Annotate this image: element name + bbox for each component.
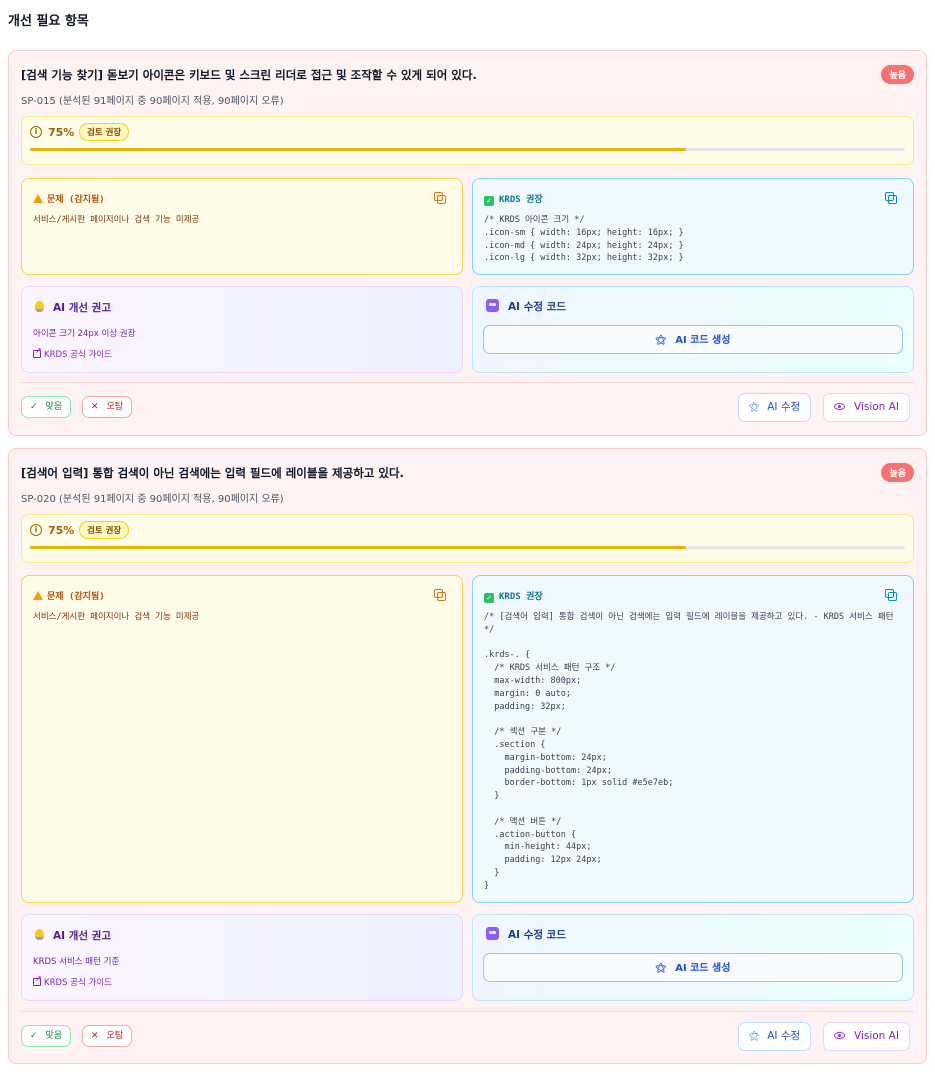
external-link-icon [33, 346, 42, 358]
vision-ai-button[interactable]: Vision AI [823, 393, 910, 422]
check-icon: ✓ [30, 1031, 38, 1041]
issue-title: [검색어 입력] 통합 검색이 아닌 검색에는 입력 필드에 레이블을 제공하고… [21, 466, 404, 480]
info-icon: i [30, 524, 42, 536]
severity-badge: 높음 [881, 463, 914, 482]
confidence-bar [30, 546, 905, 549]
ai-code-box: AI 수정 코드 ⚝ AI 코드 생성 [472, 914, 914, 1001]
advice-box: AI 개선 권고 KRDS 서비스 패턴 기준 KRDS 공식 가이드 [21, 914, 463, 1001]
severity-badge: 높음 [881, 65, 914, 84]
copy-icon[interactable] [885, 192, 897, 204]
ai-code-header: AI 수정 코드 [486, 299, 566, 314]
copy-icon[interactable] [434, 589, 446, 601]
ai-fix-button[interactable]: ⚝ AI 수정 [738, 393, 812, 422]
check-icon: ✓ [30, 402, 38, 412]
advice-header: AI 개선 권고 [35, 300, 111, 315]
review-tag: 검토 권장 [79, 123, 130, 141]
problem-text: 서비스/게시판 페이지이나 검색 기능 미제공 [33, 215, 200, 225]
eye-icon [834, 403, 845, 410]
generate-code-button[interactable]: ⚝ AI 코드 생성 [483, 953, 903, 982]
issue-card: [검색 기능 찾기] 돋보기 아이콘은 키보드 및 스크린 리더로 접근 및 조… [8, 50, 927, 436]
magic-wand-icon: ⚝ [655, 961, 667, 974]
magic-wand-icon: ⚝ [749, 1030, 760, 1042]
divider [21, 382, 914, 383]
krds-box: ✓ KRDS 권장 /* KRDS 아이콘 크기 */ .icon-sm { wi… [472, 178, 914, 275]
krds-guide-link[interactable]: KRDS 공식 가이드 [33, 974, 112, 988]
eye-icon [834, 1032, 845, 1039]
lightbulb-icon [35, 929, 44, 940]
generate-code-button[interactable]: ⚝ AI 코드 생성 [483, 325, 903, 354]
close-icon: ✕ [91, 402, 99, 412]
issue-card: [검색어 입력] 통합 검색이 아닌 검색에는 입력 필드에 레이블을 제공하고… [8, 448, 927, 1064]
info-icon: i [30, 126, 42, 138]
vision-ai-button[interactable]: Vision AI [823, 1022, 910, 1051]
advice-text: KRDS 서비스 패턴 기준 [33, 957, 120, 967]
lightbulb-icon [35, 301, 44, 312]
ai-code-header: AI 수정 코드 [486, 927, 566, 942]
warning-icon [33, 591, 43, 600]
close-icon: ✕ [91, 1031, 99, 1041]
problem-header: 문제 (감지됨) [33, 192, 105, 205]
correct-button[interactable]: ✓ 맞음 [21, 396, 72, 418]
krds-code: /* [검색어 입력] 통합 검색이 아닌 검색에는 입력 필드에 레이블을 제… [484, 612, 894, 891]
problem-box: 문제 (감지됨) 서비스/게시판 페이지이나 검색 기능 미제공 [21, 178, 463, 275]
advice-text: 아이콘 크기 24px 이상 권장 [33, 329, 136, 339]
krds-code: /* KRDS 아이콘 크기 */ .icon-sm { width: 16px… [484, 215, 684, 264]
copy-icon[interactable] [434, 192, 446, 204]
ai-code-box: AI 수정 코드 ⚝ AI 코드 생성 [472, 286, 914, 373]
advice-header: AI 개선 권고 [35, 928, 111, 943]
confidence-value: 75% [48, 524, 75, 537]
krds-guide-link[interactable]: KRDS 공식 가이드 [33, 346, 112, 360]
false-positive-button[interactable]: ✕ 오탐 [82, 396, 133, 418]
check-icon: ✓ [484, 196, 494, 206]
copy-icon[interactable] [885, 589, 897, 601]
issue-title: [검색 기능 찾기] 돋보기 아이콘은 키보드 및 스크린 리더로 접근 및 조… [21, 68, 477, 82]
external-link-icon [33, 974, 42, 986]
divider [21, 1011, 914, 1012]
magic-wand-icon: ⚝ [655, 333, 667, 346]
issue-meta: SP-020 (분석된 91페이지 중 90페이지 적용, 90페이지 오류) [21, 494, 284, 505]
check-icon: ✓ [484, 593, 494, 603]
warning-icon [33, 194, 43, 203]
ai-fix-button[interactable]: ⚝ AI 수정 [738, 1022, 812, 1051]
correct-button[interactable]: ✓ 맞음 [21, 1025, 72, 1047]
confidence-value: 75% [48, 126, 75, 139]
krds-header: ✓ KRDS 권장 [484, 192, 543, 206]
robot-icon [486, 299, 499, 312]
confidence-bar-fill [30, 148, 687, 151]
magic-wand-icon: ⚝ [749, 401, 760, 413]
krds-box: ✓ KRDS 권장 /* [검색어 입력] 통합 검색이 아닌 검색에는 입력 필… [472, 575, 914, 903]
confidence-panel: i 75% 검토 권장 [21, 116, 914, 165]
robot-icon [486, 927, 499, 940]
confidence-bar-fill [30, 546, 687, 549]
problem-box: 문제 (감지됨) 서비스/게시판 페이지이나 검색 기능 미제공 [21, 575, 463, 903]
krds-header: ✓ KRDS 권장 [484, 589, 543, 603]
problem-header: 문제 (감지됨) [33, 589, 105, 602]
section-title: 개선 필요 항목 [8, 14, 89, 29]
issue-meta: SP-015 (분석된 91페이지 중 90페이지 적용, 90페이지 오류) [21, 96, 284, 107]
false-positive-button[interactable]: ✕ 오탐 [82, 1025, 133, 1047]
confidence-bar [30, 148, 905, 151]
problem-text: 서비스/게시판 페이지이나 검색 기능 미제공 [33, 612, 200, 622]
confidence-panel: i 75% 검토 권장 [21, 514, 914, 563]
advice-box: AI 개선 권고 아이콘 크기 24px 이상 권장 KRDS 공식 가이드 [21, 286, 463, 373]
review-tag: 검토 권장 [79, 521, 130, 539]
